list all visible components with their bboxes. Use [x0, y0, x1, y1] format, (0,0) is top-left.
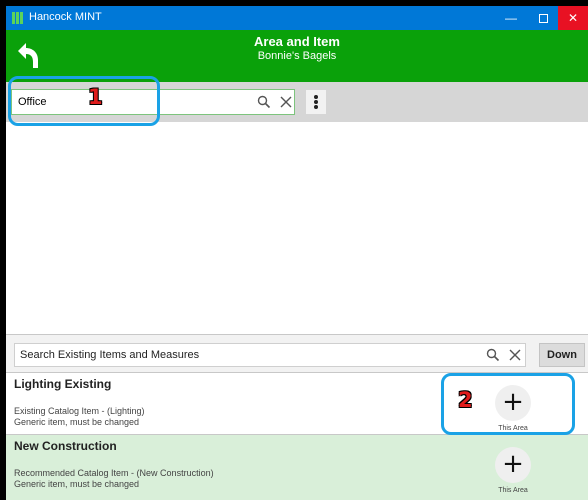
page-subtitle: Bonnie's Bagels [257, 50, 337, 62]
add-to-area-button[interactable]: + [495, 447, 531, 483]
item-title: Lighting Existing [14, 377, 112, 391]
down-button[interactable]: Down [539, 343, 585, 367]
app-logo-icon [12, 12, 24, 24]
page-title: Area and Item [254, 34, 340, 49]
item-note: Generic item, must be changed [14, 479, 140, 489]
annotation-number: 1 [88, 85, 103, 109]
existing-items-search-bar: Search Existing Items and Measures Down [6, 335, 588, 373]
close-button[interactable]: ✕ [558, 6, 588, 30]
item-note: Generic item, must be changed [14, 417, 140, 427]
minimize-button[interactable]: — [496, 6, 526, 30]
annotation-highlight-search [8, 76, 160, 126]
maximize-button[interactable] [528, 6, 558, 30]
annotation-number: 2 [458, 388, 473, 412]
search-icon[interactable] [485, 347, 501, 363]
item-description: Existing Catalog Item - (Lighting) [14, 406, 145, 416]
clear-icon[interactable] [507, 347, 523, 363]
existing-items-search-placeholder: Search Existing Items and Measures [20, 349, 200, 361]
existing-items-search-input[interactable]: Search Existing Items and Measures [14, 343, 526, 367]
results-list [6, 122, 588, 334]
plus-icon: + [502, 449, 524, 479]
item-description: Recommended Catalog Item - (New Construc… [14, 468, 214, 478]
window-title: Hancock MINT [29, 11, 102, 23]
add-button-caption: This Area [498, 487, 528, 494]
list-item[interactable]: New Construction Recommended Catalog Ite… [6, 434, 588, 500]
screenshot-frame: Hancock MINT — ✕ Area and Item Bonnie's … [0, 0, 588, 500]
maximize-icon [538, 14, 548, 24]
item-title: New Construction [14, 439, 117, 453]
title-bar: Hancock MINT — ✕ [6, 6, 588, 30]
page-header: Area and Item Bonnie's Bagels [6, 30, 588, 82]
more-options-button[interactable] [306, 90, 326, 114]
search-icon[interactable] [256, 94, 272, 110]
clear-icon[interactable] [278, 94, 294, 110]
